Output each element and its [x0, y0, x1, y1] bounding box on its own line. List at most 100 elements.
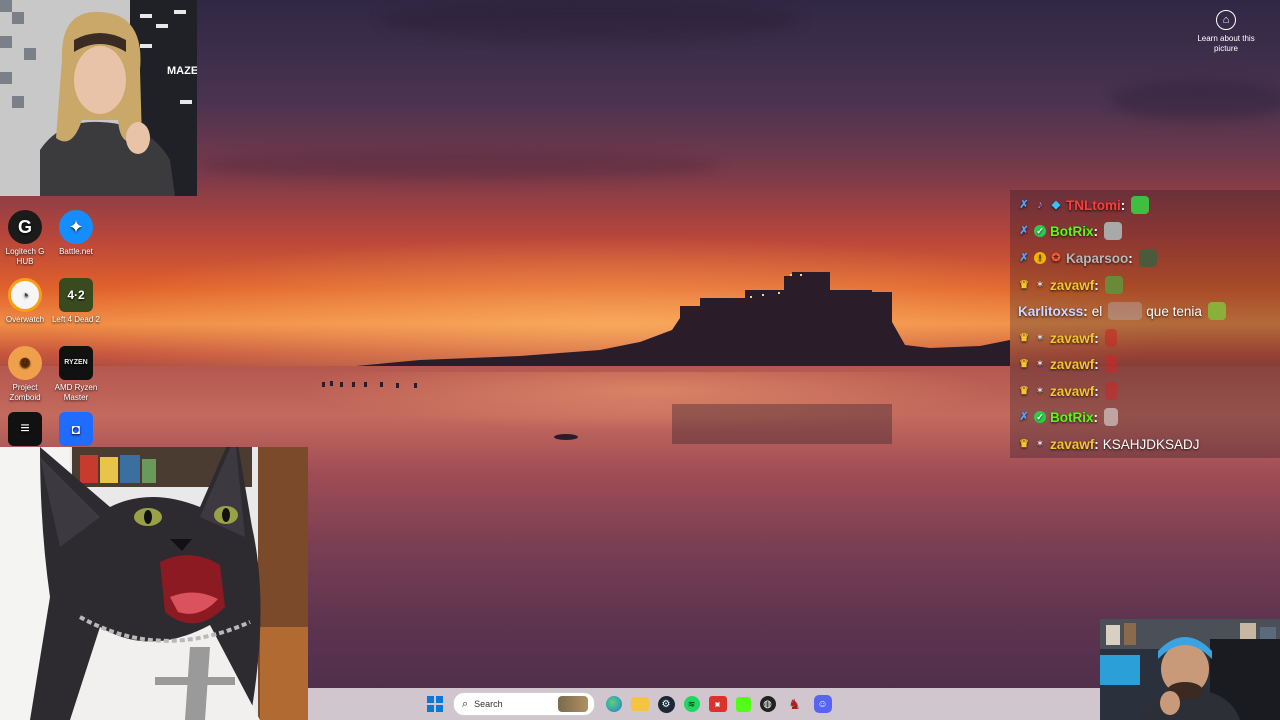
taskbar-search[interactable]: ⌕ Search [453, 692, 595, 716]
crown-icon: ♛ [1019, 358, 1029, 370]
chat-text: KSAHJDKSADJ [1102, 436, 1200, 452]
chat-text: el [1091, 303, 1103, 319]
note-icon: ♪ [1037, 199, 1043, 211]
discord-icon[interactable]: ☺ [813, 695, 832, 713]
emote-icon [1104, 329, 1117, 347]
chat-message: ♛ ✶ zavawf: [1018, 353, 1117, 375]
badge-icon: ✪ [1051, 252, 1061, 264]
spotify-icon[interactable]: ≋ [683, 696, 700, 712]
app-icon[interactable]: ▣ [708, 696, 727, 712]
sword-icon: ✗ [1019, 252, 1029, 264]
chat-message: ♛ ✶ zavawf: [1018, 380, 1117, 402]
chat-username[interactable]: zavawf [1050, 384, 1094, 399]
desktop-icon-label: Logitech G HUB [5, 247, 45, 266]
star-icon: ✶ [1036, 359, 1044, 368]
chat-message: ♛ ✶ zavawf: [1018, 274, 1123, 296]
webcam-streamer-image: MAZEL [0, 0, 197, 196]
left4dead2-icon: 4·2 [59, 278, 93, 312]
star-icon: ✶ [1036, 333, 1044, 342]
desktop-icon-label: Overwatch [5, 315, 45, 324]
logitech-g-icon: G [8, 210, 42, 244]
desktop-icon-logitech[interactable]: G Logitech G HUB [0, 210, 53, 267]
crown-icon: ♛ [1019, 332, 1029, 344]
camera-icon: ⌂ [1216, 10, 1236, 30]
chat-message: ♛ ✶ zavawf: [1018, 327, 1117, 349]
kick-icon[interactable] [735, 696, 751, 712]
stream-chat: ✗ ♪ ◆ TNLtomi: ✗ ✓ BotRix: ✗ ! ✪ Kaparso… [1010, 190, 1280, 458]
learn-about-picture[interactable]: ⌂ Learn about this picture [1190, 10, 1262, 54]
chat-username[interactable]: TNLtomi [1066, 198, 1121, 213]
star-icon: ✶ [1036, 439, 1044, 448]
emote-icon [1104, 408, 1118, 426]
chat-message: ✗ ♪ ◆ TNLtomi: [1018, 194, 1150, 216]
desktop-icon-label: Battle.net [59, 247, 93, 256]
star-icon: ✶ [1036, 280, 1044, 289]
emote-icon [1138, 249, 1157, 267]
emote-icon [1108, 302, 1143, 320]
chat-text: que tenia [1146, 303, 1202, 319]
obs-icon[interactable]: ◍ [759, 696, 776, 712]
desktop-icon-label: Left 4 Dead 2 [51, 315, 101, 324]
overwatch-icon: ◔ [8, 278, 42, 312]
emote-icon [1104, 276, 1123, 294]
desktop-icon-epic[interactable]: ≡ [0, 412, 53, 449]
desktop-icon-overwatch[interactable]: ◔ Overwatch [0, 278, 53, 325]
crown-icon: ♛ [1019, 279, 1029, 291]
verified-icon: ✓ [1034, 225, 1046, 237]
backdrop-sign: MAZEL [167, 65, 197, 77]
verified-icon: ✓ [1034, 411, 1046, 423]
webcam-cat-avatar [0, 447, 308, 720]
search-icon: ⌕ [462, 697, 469, 710]
sword-icon: ✗ [1019, 225, 1029, 237]
webcam-cohost [1100, 619, 1280, 720]
zomboid-icon: ☻ [8, 346, 42, 380]
chat-message: ♛ ✶ zavawf: KSAHJDKSADJ [1019, 436, 1200, 452]
chat-username[interactable]: Karlitoxss [1018, 304, 1083, 319]
chat-username[interactable]: zavawf [1050, 437, 1094, 452]
chat-username[interactable]: Kaparsoo [1066, 251, 1128, 266]
chat-message: Karlitoxss: el que tenia [1018, 300, 1226, 322]
desktop-icon-ryzen[interactable]: RYZEN AMD Ryzen Master [48, 346, 104, 403]
taskbar: ⌕ Search ⚙ ≋ ▣ ◍ ♞ ☺ [308, 688, 1100, 720]
emote-icon [1131, 196, 1150, 214]
desktop-icon-battlenet[interactable]: ✦ Battle.net [48, 210, 104, 257]
search-highlight-icon [558, 696, 588, 712]
learn-about-label: Learn about this picture [1197, 34, 1255, 53]
info-icon: ! [1034, 252, 1046, 264]
roblox-icon: ◘ [59, 412, 93, 446]
desktop-icon-label: Project Zomboid [9, 383, 41, 402]
chat-username[interactable]: BotRix [1050, 410, 1094, 425]
epic-icon: ≡ [8, 412, 42, 446]
desktop-icon-left4dead2[interactable]: 4·2 Left 4 Dead 2 [48, 278, 104, 325]
chat-message: ✗ ! ✪ Kaparsoo: [1018, 247, 1157, 269]
emote-icon [1104, 222, 1122, 240]
chat-message: ✗ ✓ BotRix: [1018, 220, 1122, 242]
emote-icon [1207, 302, 1226, 320]
crown-icon: ♛ [1019, 438, 1029, 450]
game-icon[interactable]: ♞ [785, 694, 805, 714]
desktop-icon-label: AMD Ryzen Master [54, 383, 98, 402]
steam-icon[interactable]: ⚙ [657, 695, 675, 713]
webcam-cohost-image [1100, 619, 1280, 720]
sword-icon: ✗ [1019, 411, 1029, 423]
chat-message: ✗ ✓ BotRix: [1018, 406, 1118, 428]
desktop-icon-roblox[interactable]: ◘ [48, 412, 104, 449]
desktop-icon-zomboid[interactable]: ☻ Project Zomboid [0, 346, 53, 403]
webcam-streamer: MAZEL [0, 0, 197, 196]
crown-icon: ♛ [1019, 385, 1029, 397]
windows-start-icon[interactable] [425, 694, 445, 714]
chat-username[interactable]: zavawf [1050, 331, 1094, 346]
edge-icon[interactable] [605, 696, 622, 712]
chat-username[interactable]: zavawf [1050, 357, 1094, 372]
file-explorer-icon[interactable] [630, 697, 649, 711]
cat-avatar-image [0, 447, 308, 720]
sword-icon: ✗ [1019, 199, 1029, 211]
chat-username[interactable]: zavawf [1050, 278, 1094, 293]
chat-username[interactable]: BotRix [1050, 224, 1094, 239]
search-placeholder: Search [474, 699, 503, 709]
emote-icon [1104, 382, 1117, 400]
gem-icon: ◆ [1051, 199, 1061, 211]
emote-icon [1104, 355, 1117, 373]
ryzen-icon: RYZEN [59, 346, 93, 380]
star-icon: ✶ [1036, 386, 1044, 395]
